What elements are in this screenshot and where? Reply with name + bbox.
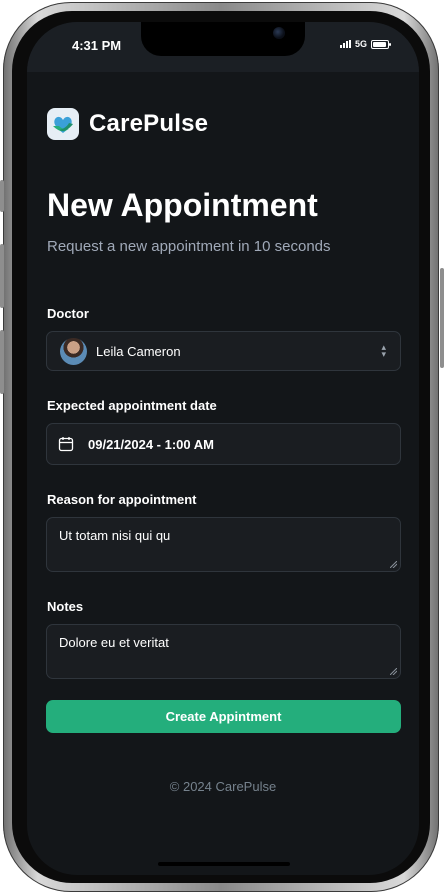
- phone-volume-down-button: [0, 330, 4, 394]
- page-title: New Appointment: [47, 187, 318, 223]
- phone-volume-up-button: [0, 244, 4, 308]
- heart-hands-logo-icon: [47, 108, 79, 140]
- status-time: 4:31 PM: [72, 38, 122, 53]
- brand[interactable]: CarePulse: [47, 108, 208, 140]
- dynamic-island: [141, 22, 305, 56]
- appointment-page: CarePulse New Appointment Request a new …: [27, 72, 419, 875]
- phone-power-button: [440, 268, 444, 368]
- home-indicator[interactable]: [158, 862, 290, 866]
- doctor-avatar: [60, 338, 87, 365]
- doctor-select[interactable]: Leila Cameron ▴ ▾: [46, 331, 401, 371]
- doctor-label: Doctor: [47, 306, 89, 321]
- date-label: Expected appointment date: [47, 398, 217, 413]
- status-bar: 4:31 PM 5G: [27, 22, 419, 72]
- footer-copyright: © 2024 CarePulse: [169, 779, 277, 794]
- reason-label: Reason for appointment: [47, 492, 197, 507]
- notes-textarea[interactable]: Dolore eu et veritat: [47, 625, 400, 678]
- date-value: 09/21/2024 - 1:00 AM: [88, 437, 214, 452]
- page-subtitle: Request a new appointment in 10 seconds: [47, 238, 331, 255]
- date-picker[interactable]: 09/21/2024 - 1:00 AM: [46, 423, 401, 465]
- network-label: 5G: [354, 39, 367, 49]
- reason-textarea[interactable]: Ut totam nisi qui qu: [47, 518, 400, 571]
- chevron-updown-icon: ▴ ▾: [381, 342, 386, 359]
- screen: 4:31 PM 5G CarePulse New Appointment Req: [27, 22, 419, 875]
- create-appointment-button[interactable]: Create Appintment: [46, 700, 401, 733]
- camera-icon: [273, 27, 285, 39]
- doctor-value: Leila Cameron: [96, 344, 181, 359]
- phone-action-button: [0, 180, 4, 212]
- battery-icon: [371, 39, 391, 49]
- status-indicators: 5G: [339, 39, 391, 49]
- notes-field[interactable]: Dolore eu et veritat: [46, 624, 401, 679]
- reason-field[interactable]: Ut totam nisi qui qu: [46, 517, 401, 572]
- signal-icon: [339, 40, 351, 48]
- notes-label: Notes: [47, 599, 84, 614]
- resize-grip-icon[interactable]: [390, 561, 397, 568]
- resize-grip-icon[interactable]: [390, 668, 397, 675]
- brand-name: CarePulse: [89, 110, 209, 137]
- calendar-icon: [58, 437, 74, 452]
